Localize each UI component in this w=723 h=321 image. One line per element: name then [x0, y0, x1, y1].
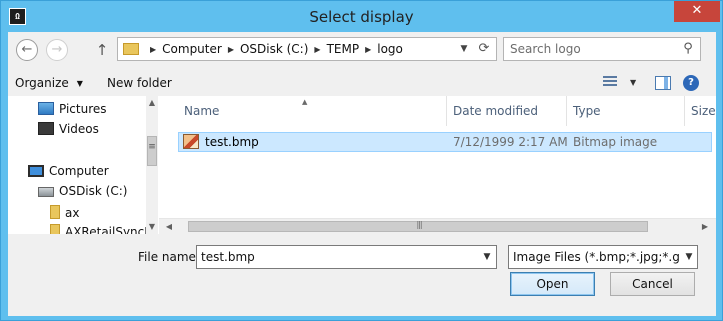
- new-folder-button[interactable]: New folder: [107, 74, 172, 92]
- nav-pane-scrollbar[interactable]: ▲ ▼: [146, 96, 158, 234]
- search-input[interactable]: [504, 38, 674, 60]
- folder-icon: [50, 224, 60, 234]
- breadcrumb-separator-icon[interactable]: ▶: [314, 45, 320, 54]
- nav-item-label: Videos: [59, 122, 99, 136]
- breadcrumb-temp[interactable]: TEMP: [327, 42, 360, 56]
- file-name-field[interactable]: [197, 246, 477, 268]
- file-name-label: File name:: [138, 250, 200, 264]
- nav-item-computer[interactable]: Computer: [28, 162, 109, 181]
- pictures-icon: [38, 102, 54, 115]
- organize-menu[interactable]: Organize ▼: [15, 74, 83, 92]
- breadcrumb: ▶ Computer ▶ OSDisk (C:) ▶ TEMP ▶ logo: [144, 38, 403, 60]
- back-button[interactable]: ←: [16, 39, 38, 61]
- select-display-dialog: Ω Select display ✕ ← → ↑ ▶ Computer ▶ OSDis…: [0, 0, 723, 321]
- file-type-select[interactable]: Image Files (*.bmp;*.jpg;*.gif;*. ▼: [508, 245, 698, 269]
- nav-item-label: OSDisk (C:): [59, 184, 128, 198]
- bitmap-icon: [183, 134, 199, 149]
- address-dropdown-icon[interactable]: ▼: [456, 38, 472, 60]
- title-bar[interactable]: Ω Select display ✕: [1, 1, 722, 32]
- close-button[interactable]: ✕: [674, 1, 720, 22]
- horizontal-scrollbar[interactable]: ◀ ▶: [159, 218, 716, 234]
- nav-item-videos[interactable]: Videos: [38, 120, 99, 139]
- scroll-down-icon[interactable]: ▼: [146, 220, 158, 234]
- breadcrumb-logo[interactable]: logo: [377, 42, 403, 56]
- file-list-pane: Name ▲ Date modified Type Size test.bmp …: [159, 96, 716, 234]
- breadcrumb-computer[interactable]: Computer: [162, 42, 222, 56]
- scrollbar-thumb[interactable]: [188, 220, 649, 232]
- column-header-date-modified[interactable]: Date modified: [447, 96, 567, 126]
- navigation-pane: Pictures Videos Computer OSDisk (C:) ax …: [8, 96, 158, 234]
- scroll-up-icon[interactable]: ▲: [146, 96, 158, 110]
- column-header-size[interactable]: Size: [685, 96, 716, 126]
- nav-item-label: Pictures: [59, 102, 107, 116]
- file-row[interactable]: test.bmp 7/12/1999 2:17 AM Bitmap image: [178, 132, 712, 152]
- dialog-title: Select display: [309, 8, 414, 26]
- videos-icon: [38, 122, 54, 135]
- folder-icon: [50, 205, 60, 219]
- breadcrumb-osdisk[interactable]: OSDisk (C:): [240, 42, 308, 56]
- nav-item-label: AXRetailSyncFr: [65, 225, 146, 234]
- nav-item-axretailsync[interactable]: AXRetailSyncFr: [50, 224, 146, 234]
- view-options-icon[interactable]: [603, 76, 619, 90]
- nav-item-label: ax: [65, 206, 80, 220]
- navigation-bar: ← → ↑ ▶ Computer ▶ OSDisk (C:) ▶ TEMP ▶ logo ▼ …: [8, 32, 716, 68]
- file-name-cell: test.bmp: [205, 135, 259, 149]
- organize-label: Organize: [15, 76, 69, 90]
- breadcrumb-separator-icon[interactable]: ▶: [365, 45, 371, 54]
- disk-icon: [38, 187, 54, 197]
- sort-ascending-icon: ▲: [302, 98, 308, 106]
- open-button[interactable]: Open: [510, 272, 595, 296]
- nav-item-osdisk[interactable]: OSDisk (C:): [38, 182, 127, 201]
- forward-button[interactable]: →: [46, 39, 68, 61]
- chevron-down-icon: ▼: [76, 79, 83, 88]
- up-folder-button[interactable]: ↑: [94, 40, 110, 60]
- column-header-type[interactable]: Type: [567, 96, 685, 126]
- scrollbar-thumb[interactable]: [147, 136, 157, 166]
- scroll-right-icon[interactable]: ▶: [699, 220, 711, 234]
- chevron-down-icon[interactable]: ▼: [681, 246, 697, 268]
- scroll-left-icon[interactable]: ◀: [163, 220, 175, 234]
- column-header-name[interactable]: Name: [178, 96, 447, 126]
- search-box[interactable]: ⚲: [503, 37, 701, 61]
- file-type-value: Image Files (*.bmp;*.jpg;*.gif;*.: [513, 250, 679, 264]
- search-icon[interactable]: ⚲: [678, 38, 698, 60]
- file-date-cell: 7/12/1999 2:17 AM: [453, 135, 568, 149]
- nav-item-ax[interactable]: ax: [50, 204, 79, 223]
- cancel-button[interactable]: Cancel: [610, 272, 695, 296]
- refresh-icon[interactable]: ⟳: [473, 38, 495, 60]
- file-type-cell: Bitmap image: [573, 135, 658, 149]
- browser-area: Pictures Videos Computer OSDisk (C:) ax …: [8, 96, 716, 234]
- file-name-combo[interactable]: ▼: [196, 245, 497, 269]
- view-dropdown-icon[interactable]: ▼: [630, 74, 636, 92]
- preview-pane-icon[interactable]: [655, 76, 671, 90]
- address-bar[interactable]: ▶ Computer ▶ OSDisk (C:) ▶ TEMP ▶ logo ▼ ⟳: [117, 37, 497, 61]
- dialog-client: ← → ↑ ▶ Computer ▶ OSDisk (C:) ▶ TEMP ▶ logo ▼ …: [8, 32, 716, 316]
- help-icon[interactable]: ?: [683, 75, 699, 91]
- computer-icon: [28, 165, 44, 177]
- chevron-down-icon[interactable]: ▼: [479, 246, 495, 268]
- nav-item-label: Computer: [49, 164, 109, 178]
- command-toolbar: Organize ▼ New folder ▼ ?: [8, 70, 716, 96]
- folder-icon: [123, 43, 139, 55]
- nav-item-pictures[interactable]: Pictures: [38, 100, 107, 119]
- breadcrumb-separator-icon[interactable]: ▶: [228, 45, 234, 54]
- breadcrumb-separator-icon[interactable]: ▶: [150, 45, 156, 54]
